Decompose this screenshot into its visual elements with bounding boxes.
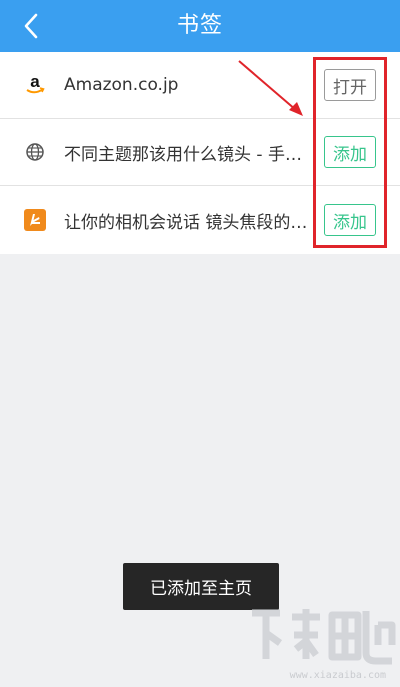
bookmark-row-amazon[interactable]: a Amazon.co.jp 打开 bbox=[0, 52, 400, 119]
top-bar: 书签 bbox=[0, 0, 400, 52]
open-button[interactable]: 打开 bbox=[324, 69, 376, 101]
bookmark-title: Amazon.co.jp bbox=[64, 75, 179, 95]
svg-text:a: a bbox=[30, 74, 40, 91]
add-button[interactable]: 添加 bbox=[324, 204, 376, 236]
bookmark-list: a Amazon.co.jp 打开 不同主题那该用什么镜头 - 手… 添加 让你… bbox=[0, 52, 400, 254]
watermark-logo: www.xiazaiba.com bbox=[246, 603, 396, 683]
bookmark-row-lens-topic[interactable]: 不同主题那该用什么镜头 - 手… 添加 bbox=[0, 119, 400, 186]
bookmark-title: 不同主题那该用什么镜头 - 手… bbox=[64, 144, 302, 165]
amazon-icon: a bbox=[24, 74, 46, 96]
watermark-url: www.xiazaiba.com bbox=[289, 670, 386, 681]
add-button[interactable]: 添加 bbox=[324, 136, 376, 168]
camera-site-icon bbox=[24, 209, 46, 231]
bookmark-row-camera-talk[interactable]: 让你的相机会说话 镜头焦段的… 添加 bbox=[0, 186, 400, 254]
bookmark-title: 让你的相机会说话 镜头焦段的… bbox=[64, 212, 308, 233]
page-title: 书签 bbox=[176, 13, 223, 38]
globe-icon bbox=[24, 141, 46, 163]
